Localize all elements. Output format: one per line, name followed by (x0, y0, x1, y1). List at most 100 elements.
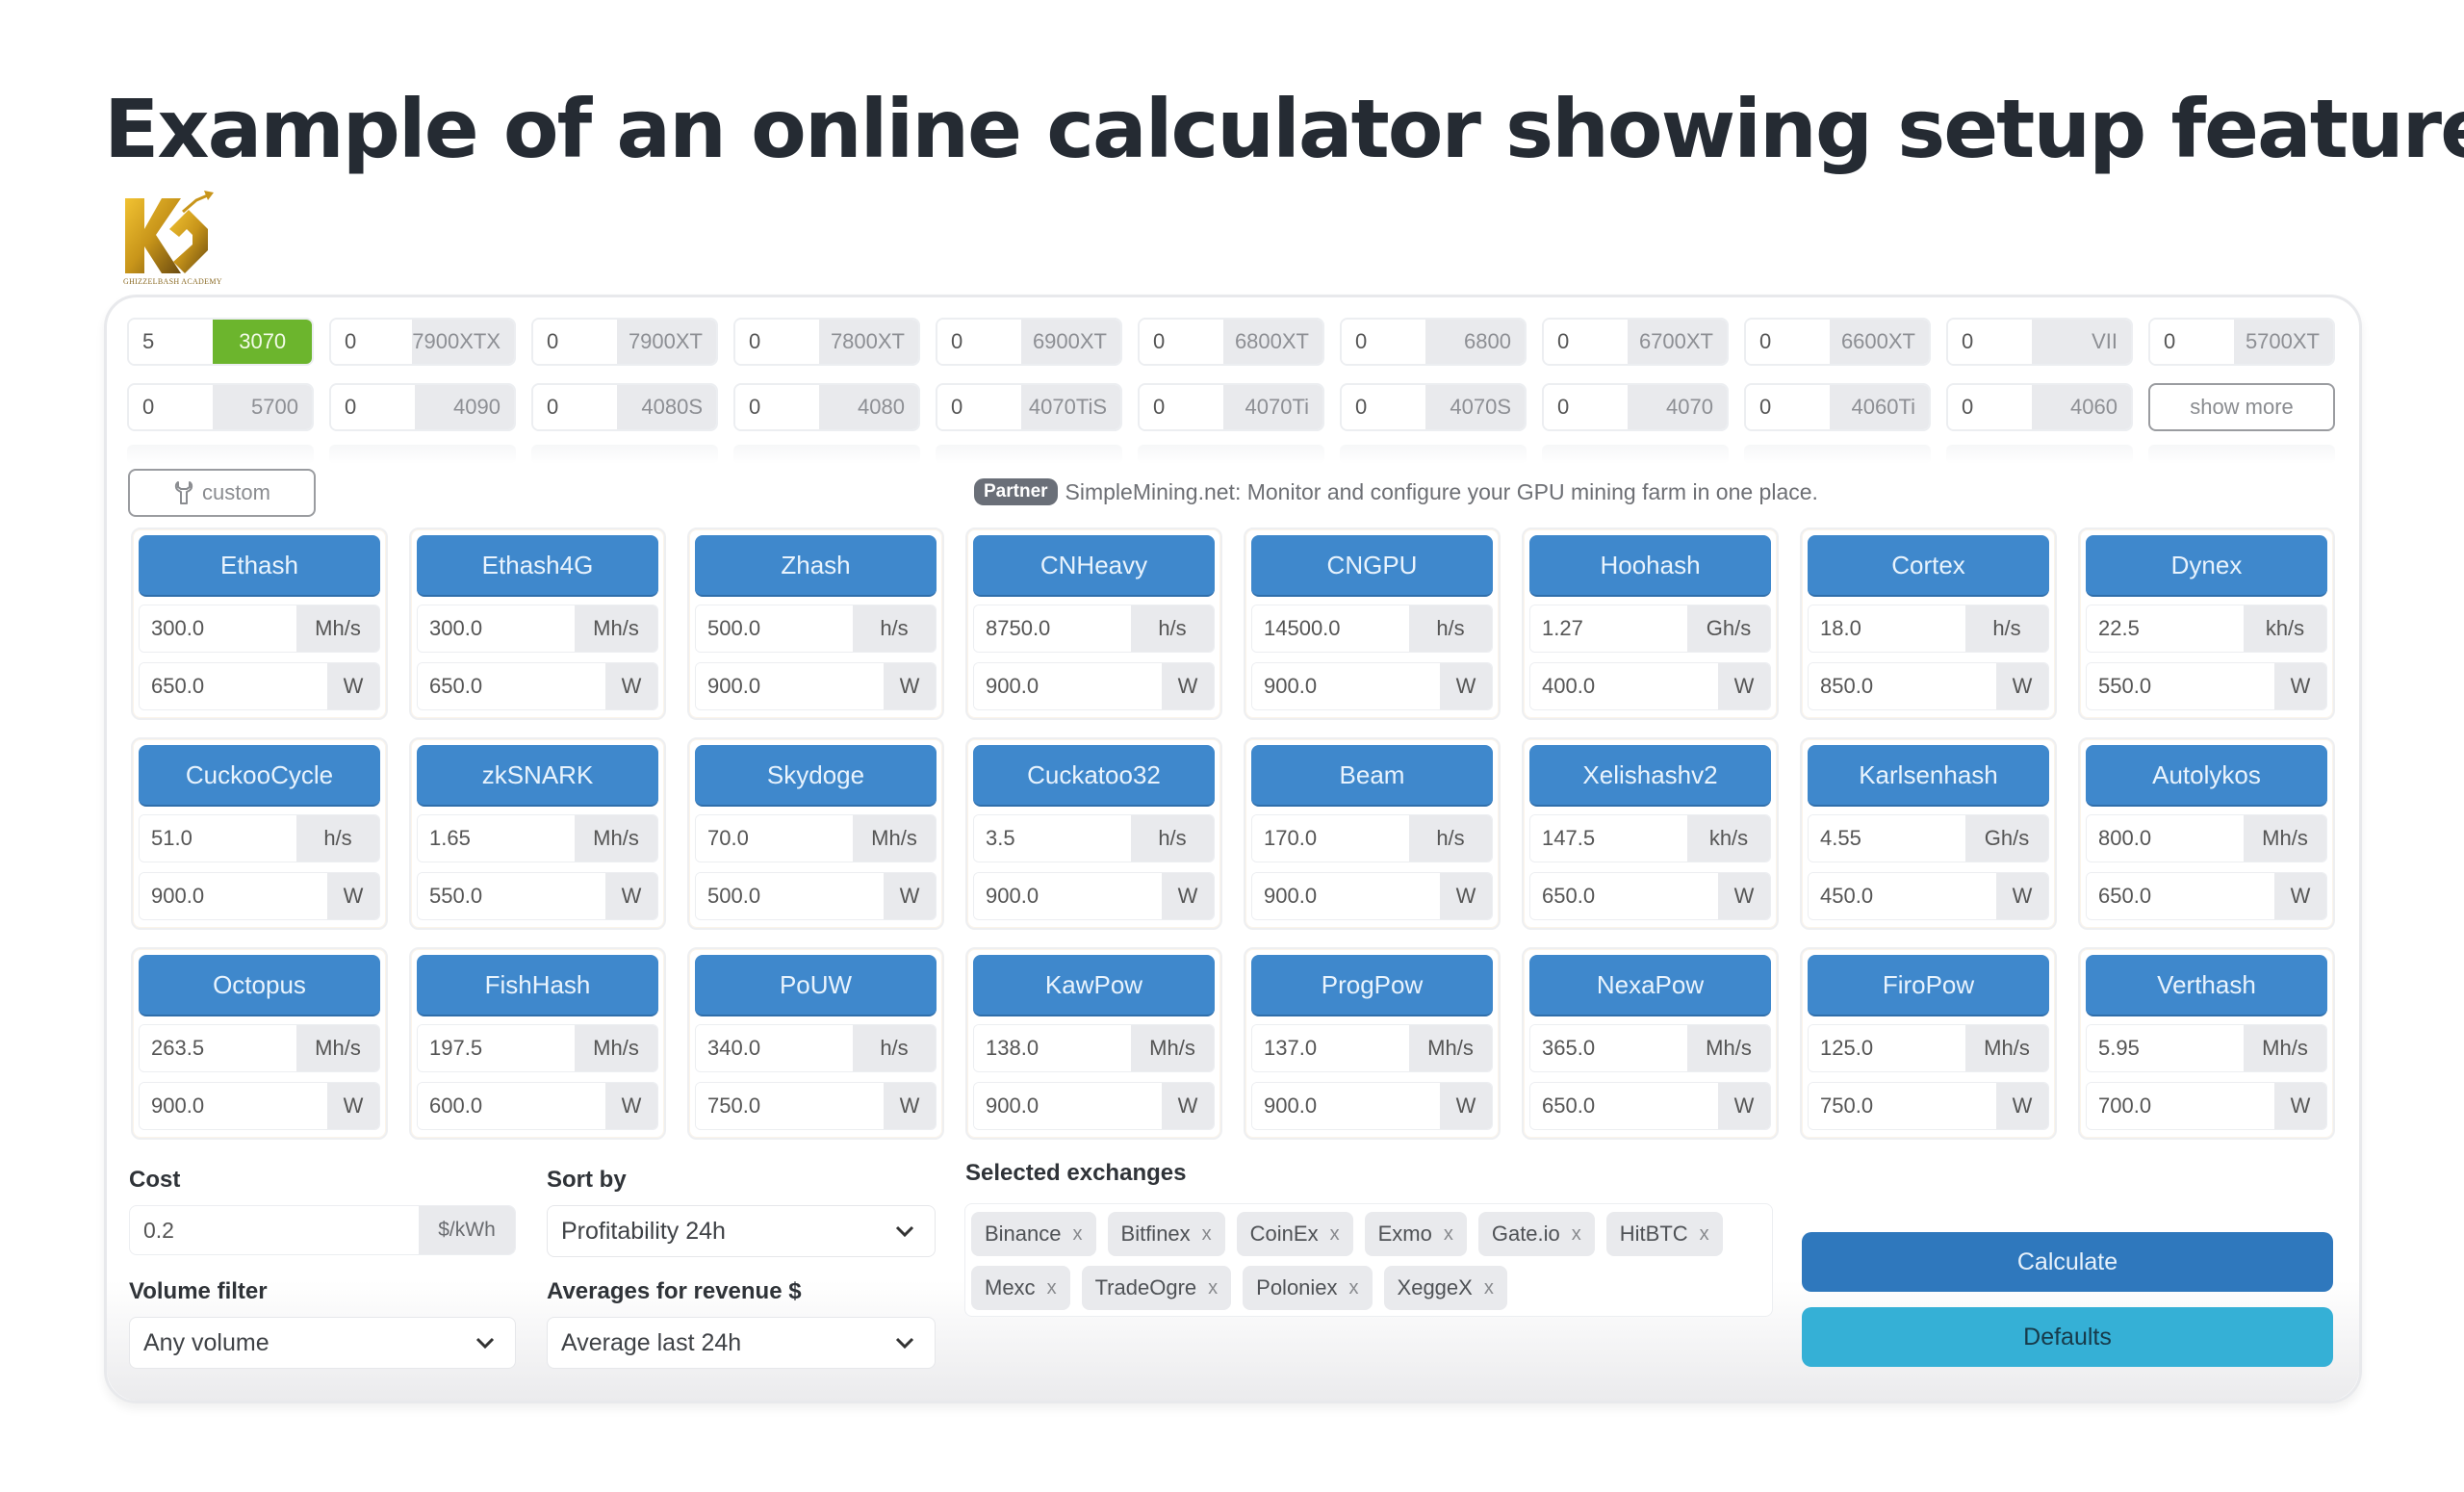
hashrate-input[interactable]: 14500.0 (1252, 605, 1409, 652)
hashrate-input[interactable]: 8750.0 (974, 605, 1131, 652)
hashrate-input[interactable]: 22.5 (2087, 605, 2244, 652)
power-input[interactable]: 750.0 (696, 1083, 884, 1129)
gpu-model-toggle[interactable]: 7900XT (617, 320, 716, 364)
power-input[interactable]: 900.0 (974, 1083, 1162, 1129)
gpu-model-toggle[interactable]: 4070TiS (1021, 385, 1120, 429)
algorithm-toggle-button[interactable]: FishHash (417, 955, 658, 1016)
gpu-quantity-input[interactable]: 0 (937, 385, 1022, 429)
power-input[interactable]: 900.0 (974, 873, 1162, 919)
gpu-quantity-input[interactable]: 0 (2150, 320, 2235, 364)
power-input[interactable]: 750.0 (1809, 1083, 1996, 1129)
power-input[interactable]: 900.0 (140, 1083, 327, 1129)
gpu-model-toggle[interactable]: 4060 (2032, 385, 2131, 429)
power-input[interactable]: 650.0 (1530, 1083, 1718, 1129)
power-input[interactable]: 700.0 (2087, 1083, 2274, 1129)
gpu-model-toggle[interactable]: 4070 (1628, 385, 1727, 429)
calculate-button[interactable]: Calculate (1802, 1232, 2333, 1292)
remove-exchange-icon[interactable]: x (1700, 1223, 1709, 1246)
gpu-quantity-input[interactable]: 0 (1948, 320, 2033, 364)
gpu-quantity-input[interactable]: 0 (735, 385, 820, 429)
hashrate-input[interactable]: 800.0 (2087, 815, 2244, 862)
gpu-quantity-input[interactable]: 0 (1544, 385, 1629, 429)
hashrate-input[interactable]: 1.65 (418, 815, 575, 862)
remove-exchange-icon[interactable]: x (1047, 1277, 1057, 1299)
algorithm-toggle-button[interactable]: Verthash (2086, 955, 2327, 1016)
power-input[interactable]: 600.0 (418, 1083, 605, 1129)
gpu-quantity-input[interactable]: 0 (1544, 320, 1629, 364)
power-input[interactable]: 650.0 (2087, 873, 2274, 919)
power-input[interactable]: 650.0 (140, 663, 327, 709)
gpu-model-toggle[interactable]: 7800XT (819, 320, 918, 364)
remove-exchange-icon[interactable]: x (1484, 1277, 1494, 1299)
algorithm-toggle-button[interactable]: Ethash (139, 535, 380, 597)
power-input[interactable]: 900.0 (1252, 1083, 1440, 1129)
algorithm-toggle-button[interactable]: Beam (1251, 745, 1493, 807)
averages-select[interactable]: Average last 24h (547, 1317, 936, 1369)
hashrate-input[interactable]: 300.0 (140, 605, 296, 652)
power-input[interactable]: 650.0 (418, 663, 605, 709)
gpu-model-toggle[interactable]: 4060Ti (1830, 385, 1929, 429)
algorithm-toggle-button[interactable]: Skydoge (695, 745, 937, 807)
hashrate-input[interactable]: 147.5 (1530, 815, 1687, 862)
sort-by-select[interactable]: Profitability 24h (547, 1205, 936, 1257)
power-input[interactable]: 550.0 (2087, 663, 2274, 709)
gpu-model-toggle[interactable]: 3070 (213, 320, 312, 364)
custom-button[interactable]: custom (128, 469, 316, 517)
remove-exchange-icon[interactable]: x (1572, 1223, 1581, 1246)
algorithm-toggle-button[interactable]: ProgPow (1251, 955, 1493, 1016)
gpu-quantity-input[interactable]: 0 (937, 320, 1022, 364)
hashrate-input[interactable]: 500.0 (696, 605, 853, 652)
power-input[interactable]: 400.0 (1530, 663, 1718, 709)
hashrate-input[interactable]: 4.55 (1809, 815, 1965, 862)
partner-banner[interactable]: Partner SimpleMining.net: Monitor and co… (974, 478, 1818, 505)
power-input[interactable]: 450.0 (1809, 873, 1996, 919)
hashrate-input[interactable]: 3.5 (974, 815, 1131, 862)
show-more-button[interactable]: show more (2148, 383, 2335, 431)
gpu-model-toggle[interactable]: VII (2032, 320, 2131, 364)
gpu-quantity-input[interactable]: 0 (129, 385, 214, 429)
gpu-model-toggle[interactable]: 7900XTX (412, 320, 514, 364)
power-input[interactable]: 900.0 (696, 663, 884, 709)
gpu-model-toggle[interactable]: 6700XT (1628, 320, 1727, 364)
power-input[interactable]: 550.0 (418, 873, 605, 919)
hashrate-input[interactable]: 365.0 (1530, 1025, 1687, 1071)
gpu-model-toggle[interactable]: 5700XT (2234, 320, 2333, 364)
defaults-button[interactable]: Defaults (1802, 1307, 2333, 1367)
gpu-quantity-input[interactable]: 0 (331, 385, 416, 429)
algorithm-toggle-button[interactable]: Karlsenhash (1808, 745, 2049, 807)
partner-text[interactable]: SimpleMining.net: Monitor and configure … (1065, 479, 1818, 505)
power-input[interactable]: 900.0 (1252, 873, 1440, 919)
hashrate-input[interactable]: 263.5 (140, 1025, 296, 1071)
algorithm-toggle-button[interactable]: Hoohash (1529, 535, 1771, 597)
algorithm-toggle-button[interactable]: PoUW (695, 955, 937, 1016)
algorithm-toggle-button[interactable]: Xelishashv2 (1529, 745, 1771, 807)
algorithm-toggle-button[interactable]: CNGPU (1251, 535, 1493, 597)
hashrate-input[interactable]: 197.5 (418, 1025, 575, 1071)
gpu-quantity-input[interactable]: 0 (735, 320, 820, 364)
hashrate-input[interactable]: 70.0 (696, 815, 853, 862)
hashrate-input[interactable]: 340.0 (696, 1025, 853, 1071)
power-input[interactable]: 900.0 (140, 873, 327, 919)
gpu-model-toggle[interactable]: 5700 (213, 385, 312, 429)
volume-filter-select[interactable]: Any volume (129, 1317, 516, 1369)
gpu-quantity-input[interactable]: 5 (129, 320, 214, 364)
gpu-model-toggle[interactable]: 6800XT (1223, 320, 1322, 364)
algorithm-toggle-button[interactable]: KawPow (973, 955, 1215, 1016)
hashrate-input[interactable]: 170.0 (1252, 815, 1409, 862)
remove-exchange-icon[interactable]: x (1073, 1223, 1083, 1246)
gpu-model-toggle[interactable]: 4090 (415, 385, 514, 429)
gpu-model-toggle[interactable]: 6900XT (1021, 320, 1120, 364)
gpu-quantity-input[interactable]: 0 (331, 320, 413, 364)
remove-exchange-icon[interactable]: x (1202, 1223, 1212, 1246)
gpu-quantity-input[interactable]: 0 (1342, 385, 1426, 429)
hashrate-input[interactable]: 5.95 (2087, 1025, 2244, 1071)
hashrate-input[interactable]: 51.0 (140, 815, 296, 862)
gpu-quantity-input[interactable]: 0 (533, 320, 618, 364)
hashrate-input[interactable]: 18.0 (1809, 605, 1965, 652)
gpu-quantity-input[interactable]: 0 (1140, 385, 1224, 429)
gpu-quantity-input[interactable]: 0 (1746, 320, 1831, 364)
algorithm-toggle-button[interactable]: Ethash4G (417, 535, 658, 597)
gpu-quantity-input[interactable]: 0 (1140, 320, 1224, 364)
algorithm-toggle-button[interactable]: NexaPow (1529, 955, 1771, 1016)
hashrate-input[interactable]: 125.0 (1809, 1025, 1965, 1071)
